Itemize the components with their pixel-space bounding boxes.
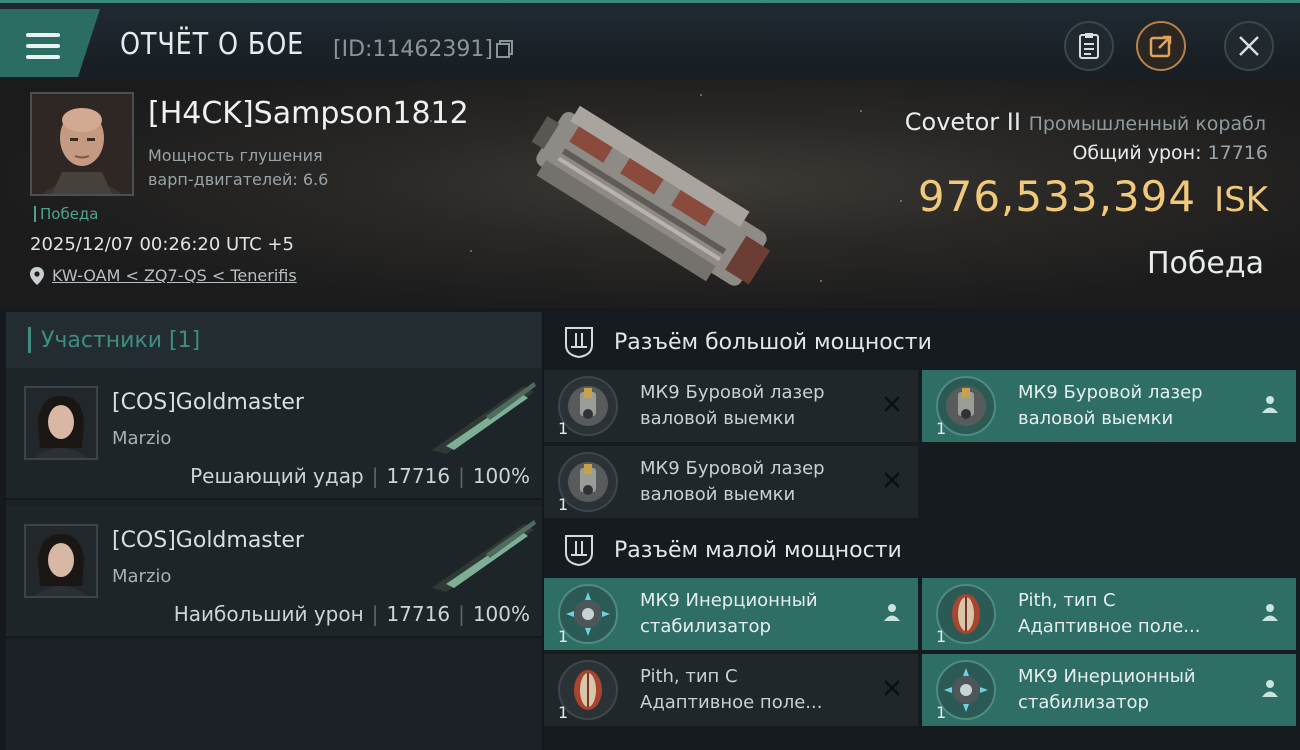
share-button[interactable]: [1136, 21, 1186, 71]
module-name: Pith, тип C Адаптивное поле...: [1018, 590, 1201, 637]
close-button[interactable]: [1224, 21, 1274, 71]
module-slot[interactable]: 1 Pith, тип C Адаптивное поле...: [544, 654, 918, 726]
person-icon: [1262, 604, 1278, 621]
kill-datetime: 2025/12/07 00:26:20 UTC +5: [30, 234, 294, 255]
victim-name[interactable]: [H4CK]Sampson1812: [148, 96, 469, 131]
warp-disruption-stat: Мощность глушения варп-двигателей: 6.6: [148, 146, 329, 189]
close-icon: [1239, 36, 1259, 56]
destroyed-icon: [884, 396, 900, 412]
module-name: Pith, тип C Адаптивное поле...: [640, 666, 823, 713]
location-pin-icon: [30, 266, 44, 285]
module-name: МК9 Инерционный стабилизатор: [1018, 666, 1196, 713]
participant-row[interactable]: [COS]Goldmaster Marzio Решающий удар | 177…: [6, 368, 542, 500]
participant-ship: Marzio: [112, 566, 172, 587]
participant-stats: Решающий удар | 17716 | 100%: [190, 464, 530, 488]
share-icon: [1149, 35, 1172, 58]
portrait-image: [32, 94, 132, 194]
status-badge: Победа: [34, 206, 99, 222]
battle-result: Победа: [1147, 246, 1264, 281]
participant-ship: Marzio: [112, 428, 172, 449]
low-slot-icon: [565, 535, 593, 567]
participant-name[interactable]: [COS]Goldmaster: [112, 528, 304, 553]
menu-icon: [26, 33, 60, 59]
person-icon: [1262, 680, 1278, 697]
high-slot-icon: [565, 327, 593, 359]
module-name: МК9 Буровой лазер валовой выемки: [640, 458, 825, 505]
page-title: ОТЧЁТ О БОЕ: [120, 27, 305, 62]
destroyed-icon: [884, 680, 900, 696]
module-slot[interactable]: 1 МК9 Инерционный стабилизатор: [922, 654, 1296, 726]
participant-ship-image: [432, 520, 536, 592]
ship-image: [531, 105, 771, 286]
module-name: МК9 Инерционный стабилизатор: [640, 590, 818, 637]
menu-button[interactable]: [0, 9, 100, 77]
participants-panel: Участники [1] [COS]Goldmaster Marzio Реш…: [6, 312, 542, 750]
participant-name[interactable]: [COS]Goldmaster: [112, 390, 304, 415]
participant-avatar[interactable]: [24, 524, 98, 598]
participant-ship-image: [432, 382, 536, 454]
high-slot-header: Разъём большой мощности: [544, 314, 1300, 370]
module-slot[interactable]: 1 МК9 Буровой лазер валовой выемки: [544, 370, 918, 442]
kill-summary: [H4CK]Sampson1812 Мощность глушения варп…: [0, 80, 1300, 308]
fitting-panel: Разъём большой мощности 1 МК9 Буровой ла…: [544, 312, 1300, 750]
location-link[interactable]: KW-OAM < ZQ7-QS < Tenerifis: [52, 266, 297, 285]
top-bar: ОТЧЁТ О БОЕ [ID:11462391]: [0, 0, 1300, 80]
destroyed-icon: [884, 472, 900, 488]
isk-value: 976,533,394 ISK: [917, 172, 1268, 221]
module-slot[interactable]: 1 Pith, тип C Адаптивное поле...: [922, 578, 1296, 650]
victim-avatar[interactable]: [30, 92, 134, 196]
total-damage: Общий урон: 17716: [1072, 142, 1268, 164]
participant-row[interactable]: [COS]Goldmaster Marzio Наибольший урон | 1…: [6, 506, 542, 638]
module-slot[interactable]: 1 МК9 Буровой лазер валовой выемки: [922, 370, 1296, 442]
person-icon: [1262, 396, 1278, 413]
module-name: МК9 Буровой лазер валовой выемки: [1018, 382, 1203, 429]
report-id: [ID:11462391]: [333, 37, 493, 62]
participants-tab[interactable]: Участники [1]: [6, 312, 542, 368]
participant-stats: Наибольший урон | 17716 | 100%: [173, 602, 530, 626]
clipboard-button[interactable]: [1064, 21, 1114, 71]
participant-avatar[interactable]: [24, 386, 98, 460]
ship-name[interactable]: Covetor II Промышленный корабл: [905, 108, 1266, 136]
ship-class: Промышленный корабл: [1028, 113, 1266, 135]
module-slot[interactable]: 1 МК9 Инерционный стабилизатор: [544, 578, 918, 650]
kill-location[interactable]: KW-OAM < ZQ7-QS < Tenerifis: [30, 266, 297, 285]
person-icon: [884, 604, 900, 621]
module-name: МК9 Буровой лазер валовой выемки: [640, 382, 825, 429]
clipboard-icon: [1079, 33, 1099, 59]
low-slot-header: Разъём малой мощности: [544, 522, 1300, 578]
module-slot[interactable]: 1 МК9 Буровой лазер валовой выемки: [544, 446, 918, 518]
copy-icon[interactable]: [496, 40, 514, 58]
